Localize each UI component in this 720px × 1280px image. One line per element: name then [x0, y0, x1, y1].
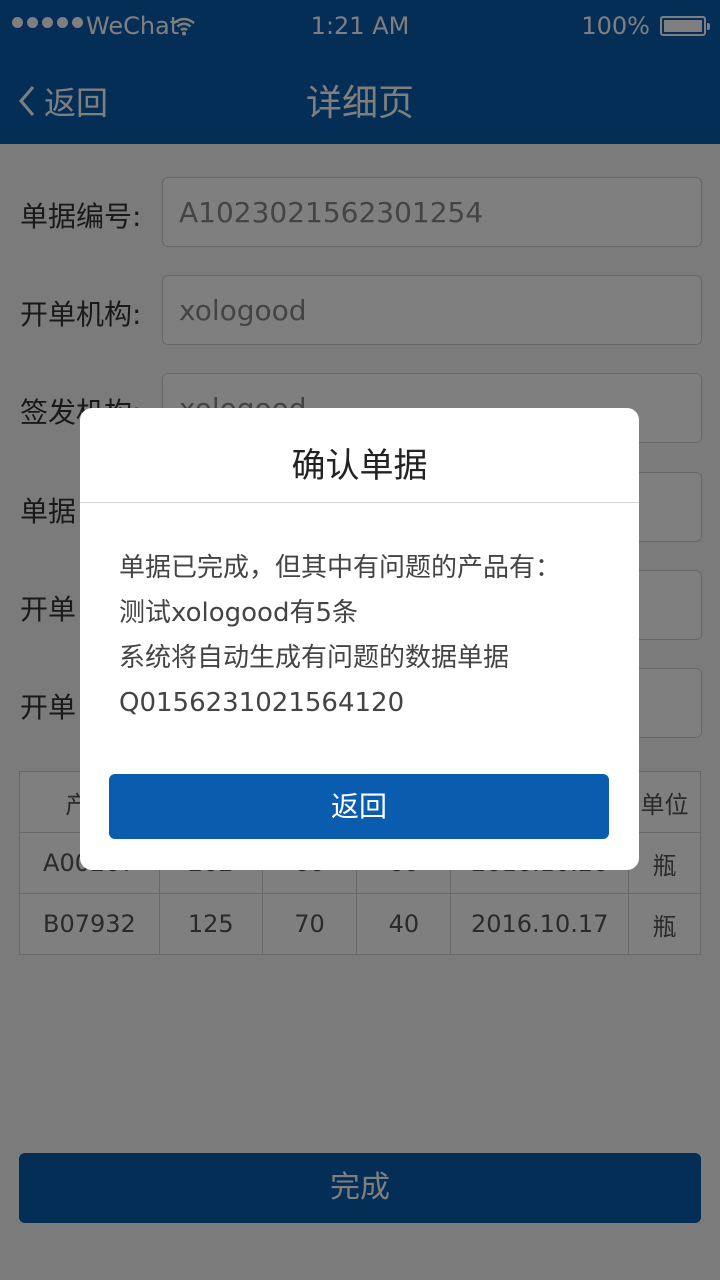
dialog-message-line: Q0156231021564120 — [119, 688, 405, 718]
dialog-message-line: 单据已完成，但其中有问题的产品有： — [119, 553, 562, 583]
dialog-message: 单据已完成，但其中有问题的产品有： 测试xologood有5条 系统将自动生成有… — [119, 546, 619, 726]
dialog-message-line: 系统将自动生成有问题的数据单据 — [119, 643, 510, 673]
dialog-divider — [80, 502, 639, 503]
dialog-message-line: 测试xologood有5条 — [119, 598, 358, 628]
dialog-return-button[interactable]: 返回 — [109, 774, 609, 839]
confirm-dialog: 确认单据 单据已完成，但其中有问题的产品有： 测试xologood有5条 系统将… — [80, 408, 639, 870]
dialog-title: 确认单据 — [291, 446, 428, 486]
